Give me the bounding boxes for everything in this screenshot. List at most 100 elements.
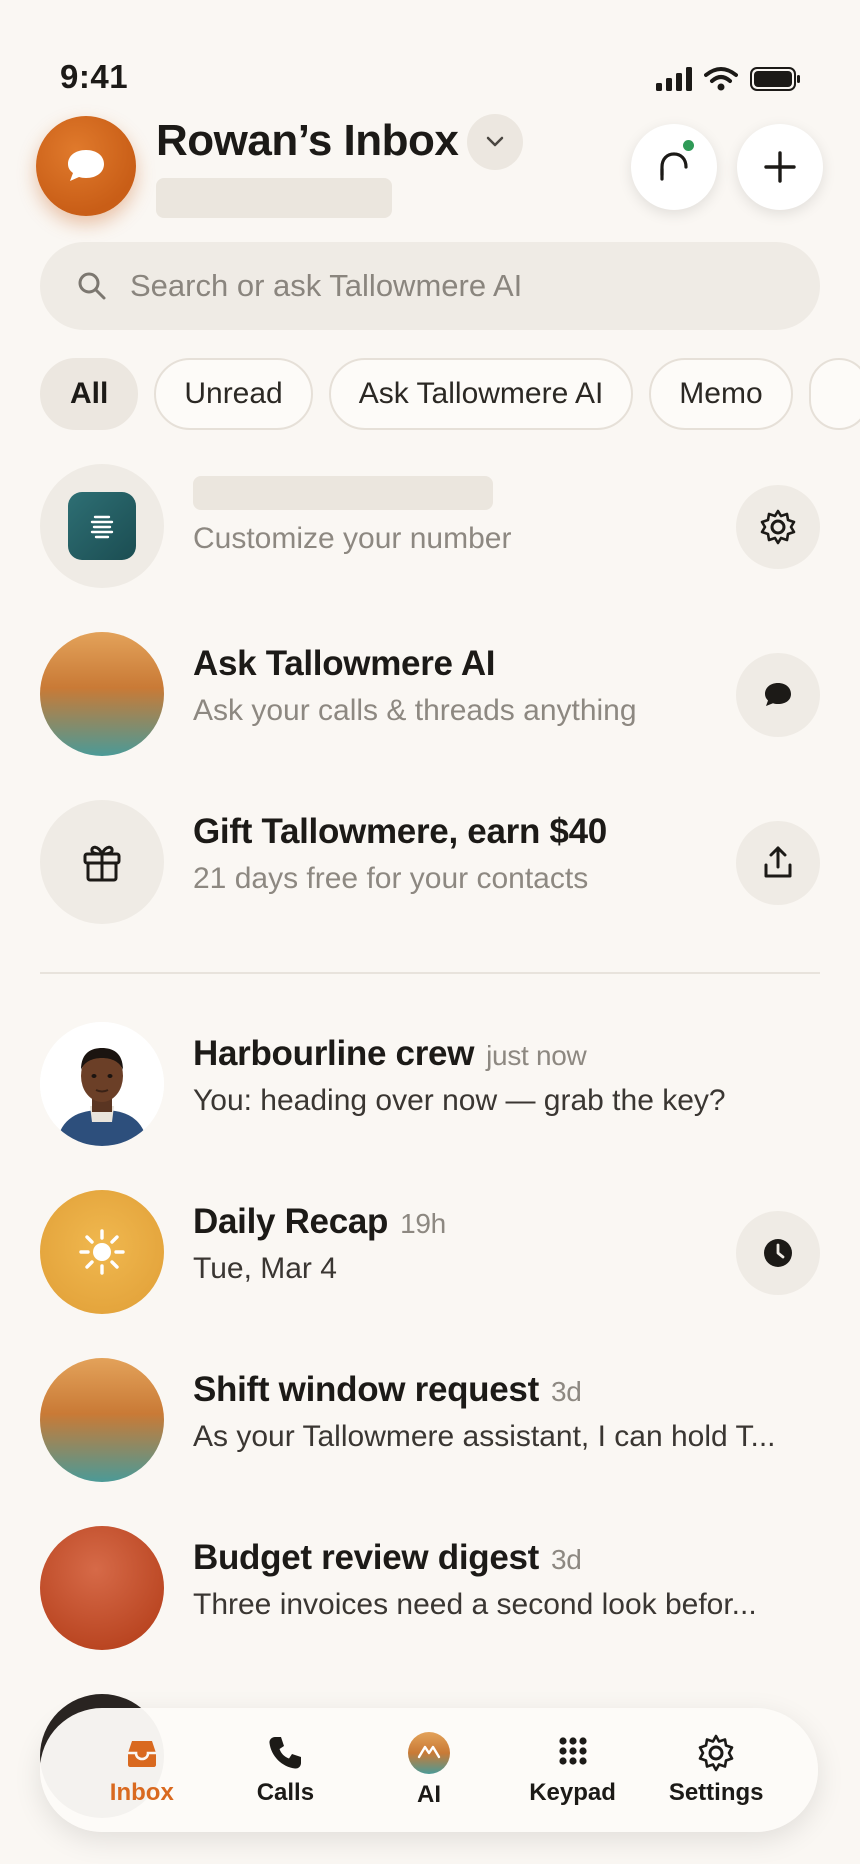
recap-avatar [40, 1190, 164, 1314]
row-text: Ask Tallowmere AI Ask your calls & threa… [193, 644, 820, 728]
list-item-thread[interactable]: Budget review digest 3d Three invoices ne… [0, 1526, 860, 1652]
row-subtitle: Ask your calls & threads anything [193, 694, 637, 727]
thread-name: Shift window request [193, 1370, 539, 1409]
list-item-thread[interactable]: Harbourline crew just now You: heading ov… [0, 1022, 860, 1148]
online-indicator [683, 140, 694, 151]
tab-label: Settings [668, 1779, 764, 1806]
headset-icon [660, 152, 688, 181]
app-icon [68, 492, 136, 560]
keypad-icon [558, 1737, 587, 1765]
new-message-button[interactable] [737, 124, 823, 210]
ai-orb-avatar [40, 1358, 164, 1482]
list-item-thread[interactable]: Shift window request 3d As your Tallowmer… [0, 1358, 860, 1484]
section-divider [40, 972, 820, 974]
chat-bubble-icon [68, 150, 104, 181]
battery-icon [750, 67, 800, 91]
row-text: Customize your number [193, 476, 820, 556]
row-title: Budget review digest 3d [193, 1538, 820, 1578]
list-item-thread[interactable]: Daily Recap 19h Tue, Mar 4 [0, 1190, 860, 1316]
row-text: Gift Tallowmere, earn $40 21 days free f… [193, 812, 820, 896]
gift-avatar [40, 800, 164, 924]
bottom-tab-bar: Inbox Calls AI Keypad Settings [40, 1708, 818, 1832]
number-title-placeholder [193, 476, 493, 510]
number-app-avatar [40, 464, 164, 588]
gift-icon [83, 845, 121, 882]
row-subtitle: Customize your number [193, 522, 512, 555]
search-icon [78, 272, 106, 300]
filter-chip-memo[interactable]: Memo [649, 358, 793, 430]
inbox-switcher-button[interactable] [467, 114, 523, 170]
row-title: Daily Recap 19h [193, 1202, 820, 1242]
filter-chip-unread[interactable]: Unread [154, 358, 313, 430]
inbox-tray-icon [127, 1741, 156, 1767]
page-title: Rowan’s Inbox [156, 116, 459, 165]
inbox-header: Rowan’s Inbox [0, 110, 860, 230]
row-subtitle: 21 days free for your contacts [193, 862, 589, 895]
gear-icon [760, 509, 796, 545]
filter-chip-more[interactable] [808, 358, 860, 430]
row-text: Budget review digest 3d Three invoices ne… [193, 1538, 820, 1622]
lines-icon [90, 515, 114, 539]
thread-preview: Tue, Mar 4 [193, 1252, 337, 1285]
row-title: Shift window request 3d [193, 1370, 820, 1410]
tab-calls[interactable]: Calls [220, 1733, 350, 1807]
filter-chip-ask-ai[interactable]: Ask Tallowmere AI [328, 358, 634, 430]
share-button[interactable] [736, 821, 820, 905]
row-text: Harbourline crew just now You: heading ov… [193, 1034, 820, 1118]
ai-orb-icon [407, 1732, 450, 1774]
tab-label: Calls [256, 1779, 315, 1806]
schedule-button[interactable] [736, 1211, 820, 1295]
thread-name: Daily Recap [193, 1202, 389, 1241]
tab-keypad[interactable]: Keypad [508, 1733, 638, 1807]
support-button[interactable] [631, 124, 717, 210]
row-title: Gift Tallowmere, earn $40 [193, 812, 607, 851]
status-time: 9:41 [60, 58, 129, 95]
row-title: Ask Tallowmere AI [193, 644, 496, 683]
search-placeholder: Search or ask Tallowmere AI [130, 268, 523, 303]
plus-icon [764, 151, 796, 183]
filter-chips: All Unread Ask Tallowmere AI Memo [40, 358, 860, 430]
tab-inbox[interactable]: Inbox [77, 1733, 207, 1807]
person-photo [40, 1022, 164, 1146]
thread-time: 19h [400, 1208, 446, 1239]
sun-icon [79, 1229, 125, 1275]
ask-ai-chat-button[interactable] [736, 653, 820, 737]
digest-avatar [40, 1526, 164, 1650]
status-bar: 9:41 [0, 0, 860, 110]
thread-name: Harbourline crew [193, 1034, 475, 1073]
gear-icon [698, 1734, 734, 1772]
tab-label: AI [416, 1781, 441, 1808]
ai-orb-avatar [40, 632, 164, 756]
list-item-gift[interactable]: Gift Tallowmere, earn $40 21 days free f… [0, 800, 860, 926]
tab-label: Inbox [109, 1779, 174, 1806]
thread-preview: Three invoices need a second look befor.… [193, 1588, 757, 1621]
list-item-ask-ai[interactable]: Ask Tallowmere AI Ask your calls & threa… [0, 632, 860, 758]
phone-number-placeholder [156, 178, 392, 218]
search-input[interactable]: Search or ask Tallowmere AI [40, 242, 820, 330]
status-icons [656, 66, 802, 92]
settings-button[interactable] [736, 485, 820, 569]
thread-time: 3d [551, 1544, 582, 1575]
wifi-icon [704, 67, 738, 91]
chat-bubble-icon [765, 683, 791, 706]
row-text: Daily Recap 19h Tue, Mar 4 [193, 1202, 820, 1286]
thread-time: just now [486, 1040, 587, 1071]
row-title: Harbourline crew just now [193, 1034, 820, 1074]
filter-chip-all[interactable]: All [40, 358, 139, 430]
contact-photo-avatar [40, 1022, 164, 1146]
inbox-avatar[interactable] [36, 116, 136, 216]
thread-name: Budget review digest [193, 1538, 540, 1577]
tab-settings[interactable]: Settings [651, 1733, 781, 1807]
signal-icon [656, 67, 692, 91]
thread-preview: You: heading over now — grab the key? [193, 1084, 726, 1117]
row-text: Shift window request 3d As your Tallowmer… [193, 1370, 820, 1454]
phone-icon [269, 1737, 302, 1769]
tab-label: Keypad [529, 1779, 616, 1806]
thread-time: 3d [550, 1376, 582, 1407]
thread-preview: As your Tallowmere assistant, I can hold… [193, 1420, 776, 1453]
list-item-customize-number[interactable]: Customize your number [0, 464, 860, 590]
clock-icon [764, 1239, 792, 1267]
tab-ai[interactable]: AI [364, 1731, 494, 1809]
chevron-down-icon [486, 136, 504, 147]
share-icon [764, 846, 792, 878]
